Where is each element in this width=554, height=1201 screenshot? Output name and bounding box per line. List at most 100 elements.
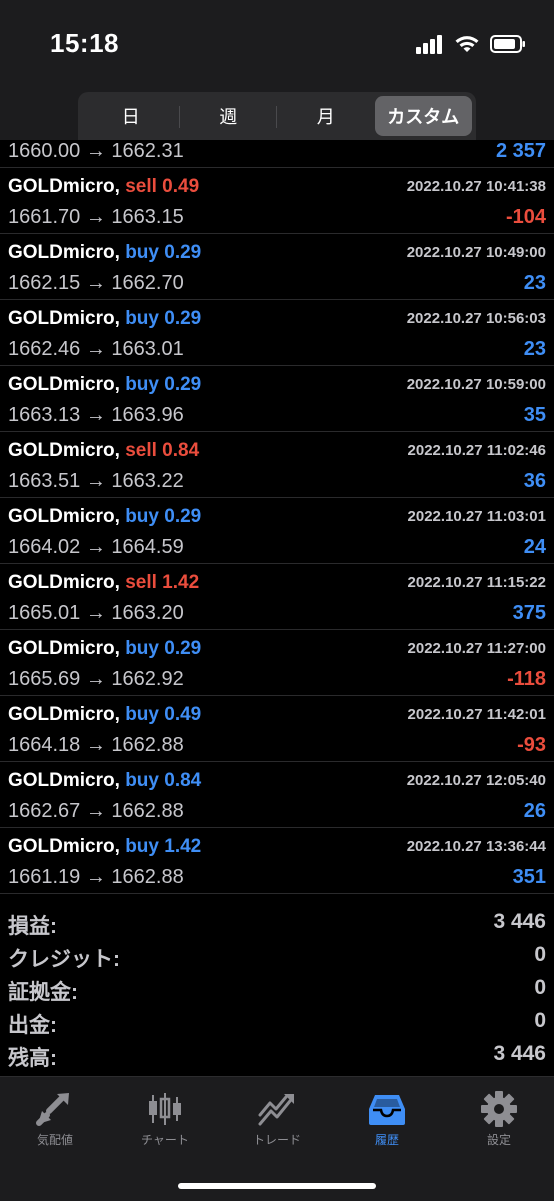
trade-symbol: GOLDmicro,	[8, 704, 120, 725]
summary-label: 残高:	[8, 1047, 57, 1070]
summary-value: 3 446	[493, 910, 546, 933]
tab-label: トレード	[252, 1133, 301, 1147]
tab-chart[interactable]: チャート	[110, 1091, 220, 1151]
list-item[interactable]: GOLDmicro, buy 0.49 2022.10.27 11:42:01 16…	[0, 696, 554, 762]
trade-volume: 0.29	[164, 242, 202, 263]
trade-profit: 375	[512, 602, 546, 624]
trade-volume: 0.49	[162, 176, 200, 197]
trade-volume: 0.29	[164, 374, 202, 395]
list-item[interactable]: GOLDmicro, sell 0.49 2022.10.27 10:41:38 1…	[0, 168, 554, 234]
account-summary: 損益: 3 446 クレジット: 0 証拠金: 0 出金: 0 残高: 3 44…	[0, 908, 554, 1073]
list-item[interactable]: GOLDmicro, buy 1.42 2022.10.27 13:36:44 16…	[0, 828, 554, 894]
trade-symbol-line: GOLDmicro, buy 0.29	[8, 506, 201, 528]
tab-bar: 気配値 チャート トレード 履歴 設定	[0, 1076, 554, 1201]
trade-volume: 1.42	[162, 572, 200, 593]
trade-side: sell	[125, 176, 157, 197]
trade-symbol-line: GOLDmicro, buy 0.29	[8, 374, 201, 396]
trade-prices: 1664.02 → 1664.59	[8, 536, 184, 558]
trade-side: buy	[125, 770, 159, 791]
trade-volume: 0.84	[162, 440, 200, 461]
tab-trade[interactable]: トレード	[222, 1091, 332, 1151]
trade-prices: 1662.67 → 1662.88	[8, 800, 184, 822]
candlestick-chart-icon	[149, 1093, 181, 1125]
trade-profit: 2 357	[495, 140, 546, 162]
list-item[interactable]: GOLDmicro, buy 0.29 2022.10.27 11:27:00 16…	[0, 630, 554, 696]
trade-side: sell	[125, 572, 157, 593]
list-item[interactable]: GOLDmicro, sell 1.42 2022.10.27 11:15:22 1…	[0, 564, 554, 630]
trade-side: buy	[125, 374, 159, 395]
battery-icon	[490, 35, 525, 53]
trade-side: sell	[125, 440, 157, 461]
tab-quotes[interactable]: 気配値	[0, 1091, 110, 1151]
summary-withdrawal: 出金: 0	[0, 1007, 554, 1040]
trade-time: 2022.10.27 10:41:38	[406, 178, 546, 195]
list-item[interactable]: GOLDmicro, buy 0.29 2022.10.27 10:59:00 16…	[0, 366, 554, 432]
status-time: 15:18	[50, 28, 119, 58]
wifi-icon	[455, 36, 479, 52]
segment-day[interactable]: 日	[82, 96, 180, 136]
trade-history-list: 1660.00 → 1662.31 2 357 GOLDmicro, sell …	[0, 140, 554, 894]
trade-symbol-line: GOLDmicro, sell 1.42	[8, 572, 199, 594]
trade-symbol-line: GOLDmicro, buy 0.49	[8, 704, 201, 726]
trade-volume: 0.29	[164, 638, 202, 659]
trade-time: 2022.10.27 11:42:01	[407, 706, 546, 723]
gear-icon	[481, 1091, 517, 1127]
trade-side: buy	[125, 704, 159, 725]
trade-profit: 24	[523, 536, 546, 558]
trade-prices: 1665.69 → 1662.92	[8, 668, 184, 690]
trade-time: 2022.10.27 12:05:40	[406, 772, 546, 789]
trade-time: 2022.10.27 10:59:00	[406, 376, 546, 393]
segment-custom[interactable]: カスタム	[374, 96, 472, 136]
summary-label: 損益:	[8, 915, 57, 938]
trade-side: buy	[125, 638, 159, 659]
tab-settings[interactable]: 設定	[444, 1091, 554, 1151]
trade-profit: 36	[523, 470, 546, 492]
trade-symbol: GOLDmicro,	[8, 440, 120, 461]
list-item[interactable]: GOLDmicro, buy 0.29 2022.10.27 10:56:03 16…	[0, 300, 554, 366]
list-item[interactable]: GOLDmicro, buy 0.29 2022.10.27 11:03:01 16…	[0, 498, 554, 564]
trade-time: 2022.10.27 10:56:03	[406, 310, 546, 327]
list-item[interactable]: GOLDmicro, buy 0.29 2022.10.27 10:49:00 16…	[0, 234, 554, 300]
trade-side: buy	[125, 836, 159, 857]
trade-volume: 0.49	[164, 704, 202, 725]
trade-prices: 1661.70 → 1663.15	[8, 206, 184, 228]
summary-label: 出金:	[8, 1014, 57, 1037]
trade-symbol-line: GOLDmicro, buy 1.42	[8, 836, 201, 858]
trade-prices: 1663.51 → 1663.22	[8, 470, 184, 492]
summary-label: 証拠金:	[8, 981, 78, 1004]
list-item[interactable]: GOLDmicro, buy 0.84 2022.10.27 12:05:40 16…	[0, 762, 554, 828]
summary-credit: クレジット: 0	[0, 941, 554, 974]
trade-time: 2022.10.27 11:03:01	[407, 508, 546, 525]
trade-prices: 1663.13 → 1663.96	[8, 404, 184, 426]
status-icons	[416, 32, 526, 56]
trade-volume: 1.42	[164, 836, 202, 857]
trade-symbol: GOLDmicro,	[8, 506, 120, 527]
signal-icon	[416, 35, 442, 54]
segment-week[interactable]: 週	[180, 96, 278, 136]
trade-profit: -93	[517, 734, 546, 756]
trade-time: 2022.10.27 13:36:44	[406, 838, 546, 855]
segment-month[interactable]: 月	[277, 96, 375, 136]
trade-profit: 35	[523, 404, 546, 426]
trade-chart-icon	[258, 1094, 294, 1126]
trade-symbol: GOLDmicro,	[8, 374, 120, 395]
summary-profit: 損益: 3 446	[0, 908, 554, 941]
tab-history[interactable]: 履歴	[332, 1091, 442, 1151]
tab-label: チャート	[141, 1133, 189, 1147]
trade-prices: 1662.15 → 1662.70	[8, 272, 184, 294]
trade-symbol-line: GOLDmicro, buy 0.84	[8, 770, 201, 792]
summary-value: 0	[534, 976, 546, 999]
trade-symbol: GOLDmicro,	[8, 308, 120, 329]
trade-symbol: GOLDmicro,	[8, 638, 120, 659]
list-item[interactable]: 1660.00 → 1662.31 2 357	[0, 140, 554, 168]
history-inbox-icon	[369, 1095, 405, 1125]
trade-time: 2022.10.27 11:15:22	[407, 574, 546, 591]
trade-symbol: GOLDmicro,	[8, 242, 120, 263]
trade-symbol-line: GOLDmicro, buy 0.29	[8, 242, 201, 264]
list-item[interactable]: GOLDmicro, sell 0.84 2022.10.27 11:02:46 1…	[0, 432, 554, 498]
trade-symbol: GOLDmicro,	[8, 572, 120, 593]
trade-symbol: GOLDmicro,	[8, 176, 120, 197]
trade-symbol-line: GOLDmicro, buy 0.29	[8, 308, 201, 330]
home-indicator	[178, 1183, 376, 1189]
trade-side: buy	[125, 242, 159, 263]
